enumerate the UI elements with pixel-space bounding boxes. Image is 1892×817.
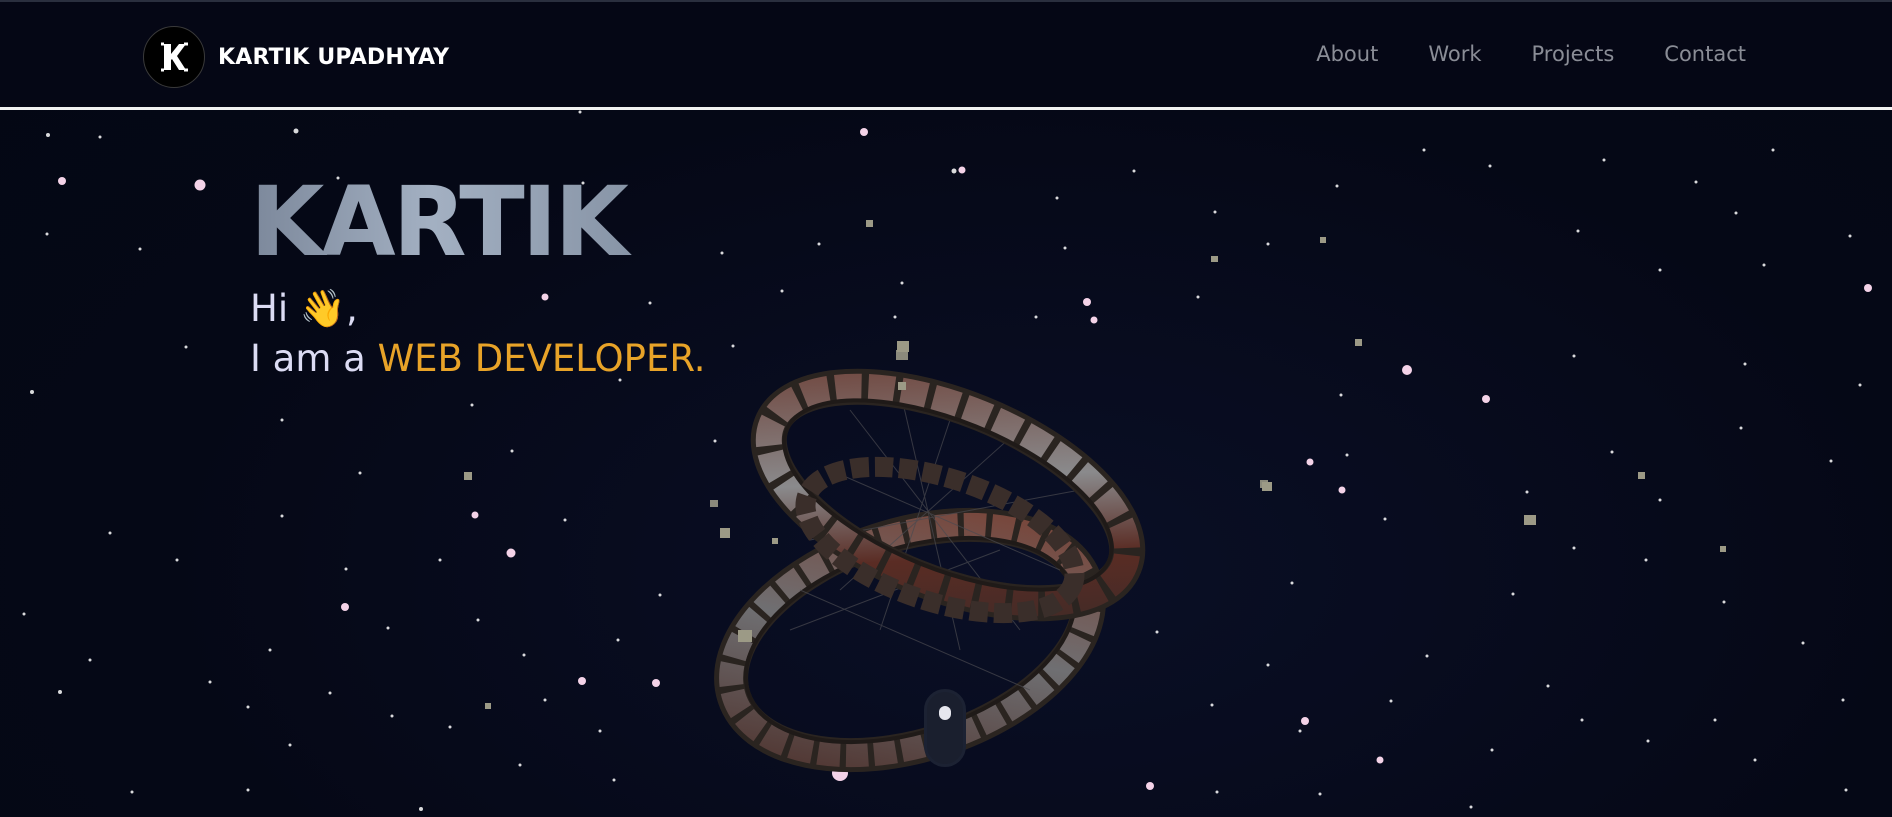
nav-link-work[interactable]: Work	[1428, 42, 1481, 66]
waving-hand-icon: 👋	[299, 287, 346, 330]
nav-divider	[0, 107, 1892, 110]
k-logo-glyph	[161, 42, 188, 72]
brand-name: KARTIK UPADHYAY	[218, 44, 450, 70]
nav-link-about[interactable]: About	[1316, 42, 1378, 66]
hero-role: I am a WEB DEVELOPER.	[250, 334, 706, 384]
greeting-text: Hi	[250, 287, 300, 330]
role-highlight: WEB DEVELOPER.	[377, 337, 706, 380]
scroll-dot	[939, 706, 951, 720]
role-prefix: I am a	[250, 337, 378, 380]
k-logo-icon	[143, 26, 205, 88]
portfolio-page: KARTIK UPADHYAY About Work Projects Cont…	[0, 0, 1892, 817]
nav-link-contact[interactable]: Contact	[1664, 42, 1746, 66]
hero-section: KARTIK Hi 👋, I am a WEB DEVELOPER.	[250, 168, 706, 384]
greeting-comma: ,	[345, 287, 358, 330]
navbar: KARTIK UPADHYAY About Work Projects Cont…	[0, 2, 1892, 107]
brand-home-link[interactable]: KARTIK UPADHYAY	[143, 26, 449, 88]
mouse-scroll-icon[interactable]	[924, 689, 966, 767]
hero-title: KARTIK	[250, 168, 706, 276]
nav-link-projects[interactable]: Projects	[1532, 42, 1615, 66]
hero-greeting: Hi 👋,	[250, 284, 706, 334]
nav-links: About Work Projects Contact	[1316, 42, 1746, 66]
